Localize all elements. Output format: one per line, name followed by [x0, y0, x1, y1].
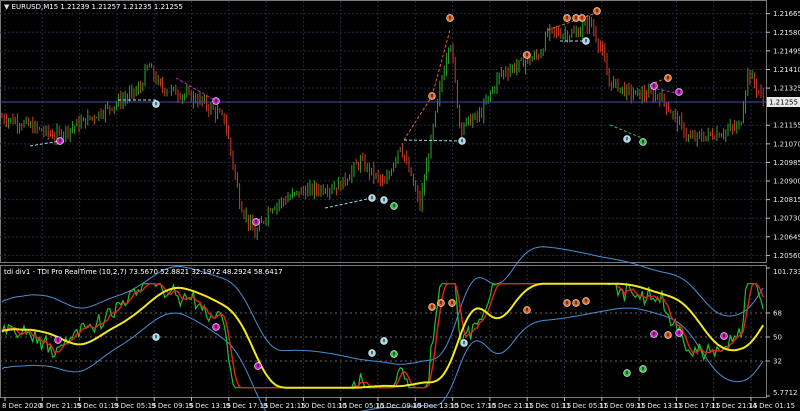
- signal-arrow: [563, 299, 571, 307]
- trading-chart[interactable]: ▼ EURUSD,M15 1.21239 1.21257 1.21235 1.2…: [0, 0, 800, 411]
- price-tick-label: 1.21155: [773, 122, 800, 130]
- signal-arrow: [675, 329, 683, 337]
- price-tick-label: 1.20985: [773, 159, 800, 167]
- signal-arrow: [675, 88, 683, 96]
- signal-arrow: [212, 323, 220, 331]
- price-tick-label: 1.20645: [773, 233, 800, 241]
- price-tick-label: 1.20900: [773, 178, 800, 186]
- signal-arrow: [582, 37, 590, 45]
- signal-arrow: [380, 337, 388, 345]
- indicator-header: tdi div1 - TDI Pro RealTime (10,2,7) 73.…: [4, 268, 283, 276]
- signal-arrow: [460, 339, 468, 347]
- signal-arrow: [380, 196, 388, 204]
- time-tick-label: 9 Dec 01:15: [77, 402, 120, 410]
- signal-arrow: [664, 331, 672, 339]
- signal-arrow: [664, 74, 672, 82]
- level-label: 50: [773, 334, 782, 342]
- price-tick-label: 1.21325: [773, 85, 800, 93]
- level-label: 101.7333: [773, 268, 800, 276]
- signal-arrow: [639, 365, 647, 373]
- signal-arrow: [523, 306, 531, 314]
- time-tick-label: 8 Dec 2020: [2, 402, 42, 410]
- signal-arrow: [523, 51, 531, 59]
- signal-arrow: [152, 333, 160, 341]
- price-tick-label: 1.20560: [773, 252, 800, 260]
- current-price-label: 1.21255: [769, 99, 798, 107]
- signal-arrow: [252, 218, 260, 226]
- price-tick-label: 1.20730: [773, 215, 800, 223]
- price-tick-label: 1.21495: [773, 47, 800, 55]
- signal-arrow: [390, 350, 398, 358]
- signal-arrow: [448, 299, 456, 307]
- time-tick-label: 9 Dec 09:15: [151, 402, 194, 410]
- time-tick-label: 9 Dec 05:15: [114, 402, 157, 410]
- signal-arrow: [582, 297, 590, 305]
- time-tick-label: 14 Dec 01:15: [748, 402, 795, 410]
- signal-arrow: [720, 332, 728, 340]
- price-tick-label: 1.21665: [773, 10, 800, 18]
- signal-arrow: [593, 7, 601, 15]
- signal-arrow: [578, 14, 586, 22]
- price-tick-label: 1.20815: [773, 196, 800, 204]
- time-tick-label: 9 Dec 17:15: [226, 402, 269, 410]
- signal-arrow: [623, 135, 631, 143]
- time-tick-label: 8 Dec 21:15: [39, 402, 82, 410]
- signal-arrow: [56, 137, 64, 145]
- signal-arrow: [623, 369, 631, 377]
- signal-arrow: [368, 194, 376, 202]
- signal-arrow: [437, 299, 445, 307]
- signal-arrow: [446, 14, 454, 22]
- signal-arrow: [650, 330, 658, 338]
- price-tick-label: 1.21070: [773, 140, 800, 148]
- level-label: 5.7712: [773, 389, 798, 397]
- price-header: ▼ EURUSD,M15 1.21239 1.21257 1.21235 1.2…: [4, 3, 183, 11]
- signal-arrow: [254, 362, 262, 370]
- price-tick-label: 1.21410: [773, 66, 800, 74]
- signal-arrow: [458, 137, 466, 145]
- signal-arrow: [563, 14, 571, 22]
- signal-arrow: [390, 202, 398, 210]
- signal-arrow: [572, 299, 580, 307]
- time-tick-label: 9 Dec 13:15: [189, 402, 232, 410]
- signal-arrow: [428, 92, 436, 100]
- signal-arrow: [54, 336, 62, 344]
- signal-arrow: [368, 349, 376, 357]
- time-tick-label: 9 Dec 21:15: [263, 402, 306, 410]
- signal-arrow: [650, 82, 658, 90]
- signal-arrow: [428, 303, 436, 311]
- signal-arrow: [152, 100, 160, 108]
- signal-arrow: [212, 97, 220, 105]
- level-label: 32: [773, 358, 782, 366]
- signal-arrow: [639, 138, 647, 146]
- level-label: 68: [773, 309, 782, 317]
- price-tick-label: 1.21580: [773, 29, 800, 37]
